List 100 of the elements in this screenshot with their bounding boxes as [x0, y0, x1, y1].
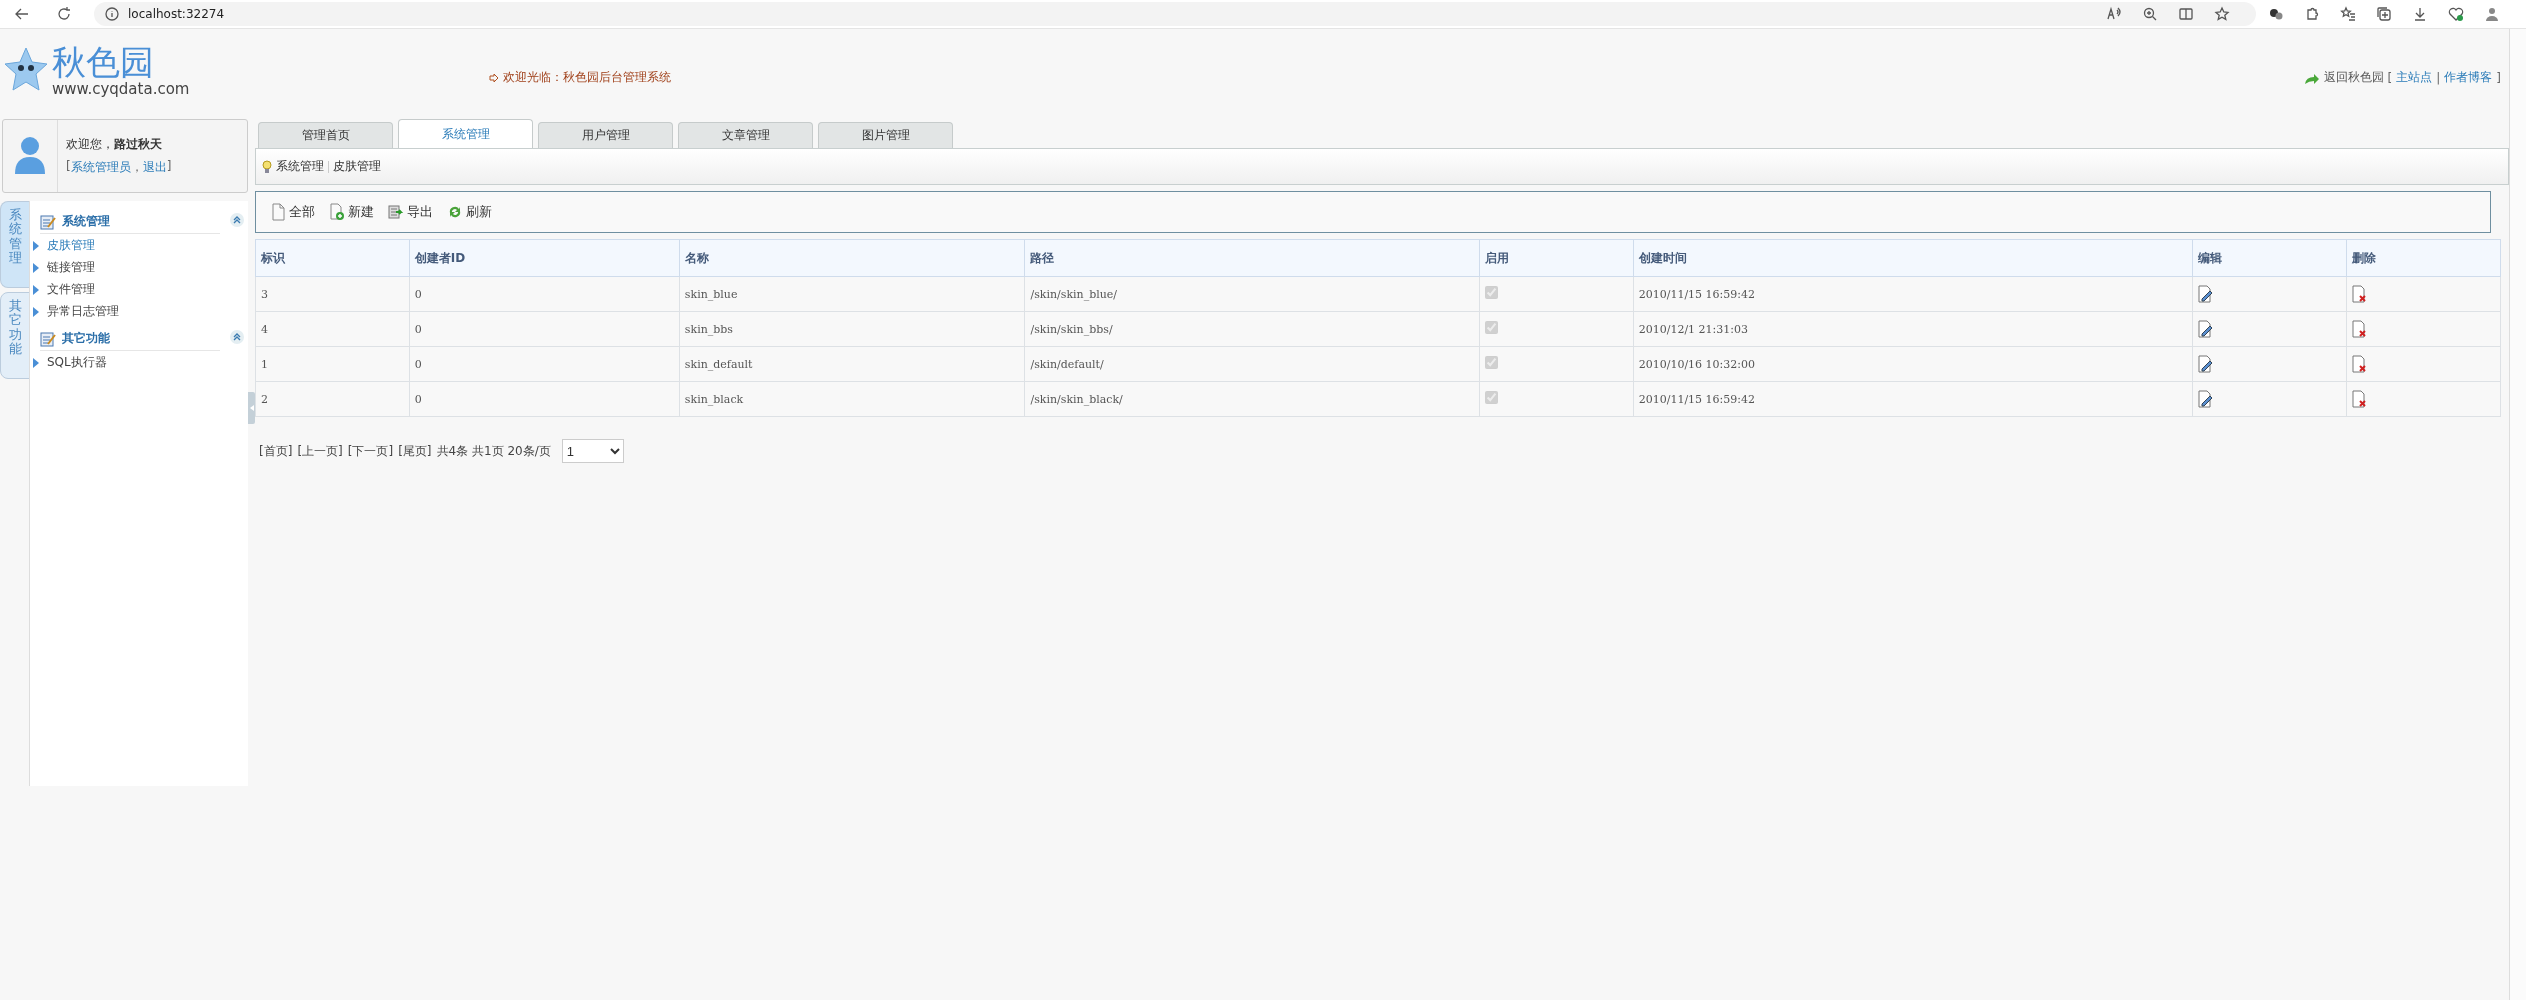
- pager-link[interactable]: [尾页]: [398, 442, 432, 460]
- column-header: 路径: [1024, 239, 1480, 277]
- arrow-icon: [489, 72, 499, 83]
- tab[interactable]: 系统管理: [398, 119, 533, 148]
- page-select[interactable]: 1: [561, 439, 624, 463]
- table-cell: /skin/skin_bbs/: [1024, 311, 1480, 347]
- table-cell: 1: [255, 346, 410, 382]
- table-cell: 0: [409, 311, 680, 347]
- triangle-icon: [33, 262, 39, 273]
- menu-item[interactable]: 链接管理: [47, 259, 95, 276]
- edit-document-icon: [2197, 390, 2214, 408]
- menu-item[interactable]: 皮肤管理: [47, 237, 95, 254]
- export-icon: [388, 204, 404, 220]
- extension-icon: [2304, 6, 2320, 22]
- new-document-icon: [329, 203, 345, 221]
- address-bar[interactable]: localhost:32274: [94, 2, 2256, 26]
- triangle-icon: [33, 357, 39, 368]
- user-link[interactable]: 退出: [142, 159, 167, 176]
- delete-document-icon: [2351, 355, 2368, 373]
- toolbar-button[interactable]: 新建: [329, 203, 374, 221]
- table-cell: 2010/11/15 16:59:42: [1633, 276, 2193, 312]
- collapse-chevron-icon: [230, 213, 244, 227]
- star-icon: [2214, 6, 2230, 22]
- left-arrow-icon: [249, 405, 254, 411]
- pager-link[interactable]: [上一页]: [297, 442, 343, 460]
- triangle-icon: [33, 306, 39, 317]
- column-header: 启用: [1479, 239, 1634, 277]
- table-cell: skin_blue: [679, 276, 1025, 312]
- edit-button[interactable]: [2197, 285, 2214, 303]
- collapse-chevron-icon: [230, 330, 244, 344]
- toolbar-button[interactable]: 全部: [270, 203, 315, 221]
- split-screen-icon: [2178, 6, 2194, 22]
- delete-button[interactable]: [2351, 355, 2368, 373]
- tab[interactable]: 图片管理: [818, 122, 953, 148]
- table-cell: 0: [409, 346, 680, 382]
- breadcrumb-item[interactable]: 皮肤管理: [333, 158, 381, 175]
- separator-text: [: [2387, 70, 2393, 85]
- edit-button[interactable]: [2197, 390, 2214, 408]
- separator-text: ]: [166, 159, 172, 175]
- table-cell: /skin/skin_black/: [1024, 381, 1480, 417]
- triangle-icon: [33, 240, 39, 251]
- logo-title: 秋色园: [52, 44, 155, 80]
- breadcrumb-item[interactable]: 系统管理: [276, 158, 324, 175]
- info-icon: [104, 6, 120, 22]
- delete-document-icon: [2351, 285, 2368, 303]
- lightbulb-icon: [262, 159, 272, 174]
- heartbeat-icon: [2448, 6, 2464, 22]
- delete-button[interactable]: [2351, 390, 2368, 408]
- separator-text: ]: [2496, 70, 2501, 85]
- menu-group-title[interactable]: 系统管理: [62, 213, 110, 230]
- table-cell: skin_bbs: [679, 311, 1025, 347]
- tab[interactable]: 管理首页: [258, 122, 393, 148]
- table-cell: /skin/default/: [1024, 346, 1480, 382]
- column-header: 创建时间: [1633, 239, 2193, 277]
- column-header: 编辑: [2192, 239, 2347, 277]
- separator-text: |: [2436, 70, 2441, 85]
- delete-document-icon: [2351, 320, 2368, 338]
- pager-link[interactable]: [下一页]: [347, 442, 394, 460]
- tab[interactable]: 用户管理: [538, 122, 673, 148]
- menu-group-title[interactable]: 其它功能: [62, 330, 110, 347]
- delete-button[interactable]: [2351, 285, 2368, 303]
- table-cell: 4: [255, 311, 410, 347]
- toolbar-button[interactable]: 导出: [388, 203, 433, 221]
- table-cell: 2: [255, 381, 410, 417]
- tab[interactable]: 文章管理: [678, 122, 813, 148]
- user-link[interactable]: 系统管理员: [70, 159, 131, 176]
- header-link[interactable]: 主站点: [2396, 69, 2433, 86]
- triangle-icon: [33, 284, 39, 295]
- delete-document-icon: [2351, 390, 2368, 408]
- edit-document-icon: [2197, 355, 2214, 373]
- toolbar-button[interactable]: 刷新: [447, 203, 492, 221]
- menu-item[interactable]: 异常日志管理: [47, 303, 119, 320]
- table-cell: 2010/12/1 21:31:03: [1633, 311, 2193, 347]
- zoom-icon: [2142, 6, 2158, 22]
- pager-link[interactable]: [首页]: [259, 442, 293, 460]
- table-cell: /skin/skin_blue/: [1024, 276, 1480, 312]
- read-aloud-icon: [2106, 6, 2122, 22]
- menu-item[interactable]: SQL执行器: [47, 354, 107, 371]
- table-cell: skin_default: [679, 346, 1025, 382]
- column-header: 删除: [2346, 239, 2501, 277]
- menu-item[interactable]: 文件管理: [47, 281, 95, 298]
- separator-text: ，: [130, 159, 143, 176]
- edit-document-icon: [2197, 285, 2214, 303]
- pager-summary: 共4条 共1页 20条/页: [436, 442, 551, 460]
- dots-icon: [2268, 6, 2284, 22]
- column-header: 名称: [679, 239, 1025, 277]
- table-cell: skin_black: [679, 381, 1025, 417]
- avatar-icon: [14, 136, 46, 176]
- logo-url: www.cyqdata.com: [52, 80, 190, 98]
- edit-button[interactable]: [2197, 355, 2214, 373]
- column-header: 标识: [255, 239, 410, 277]
- table-cell: 2010/11/15 16:59:42: [1633, 381, 2193, 417]
- favorites-icon: [2340, 6, 2356, 22]
- delete-button[interactable]: [2351, 320, 2368, 338]
- document-icon: [270, 203, 286, 221]
- collapse-handle[interactable]: [248, 392, 255, 424]
- edit-button[interactable]: [2197, 320, 2214, 338]
- back-link[interactable]: 返回秋色园: [2323, 69, 2384, 86]
- header-link[interactable]: 作者博客: [2444, 69, 2493, 86]
- greeting-text: 欢迎您，路过秋天: [66, 136, 163, 153]
